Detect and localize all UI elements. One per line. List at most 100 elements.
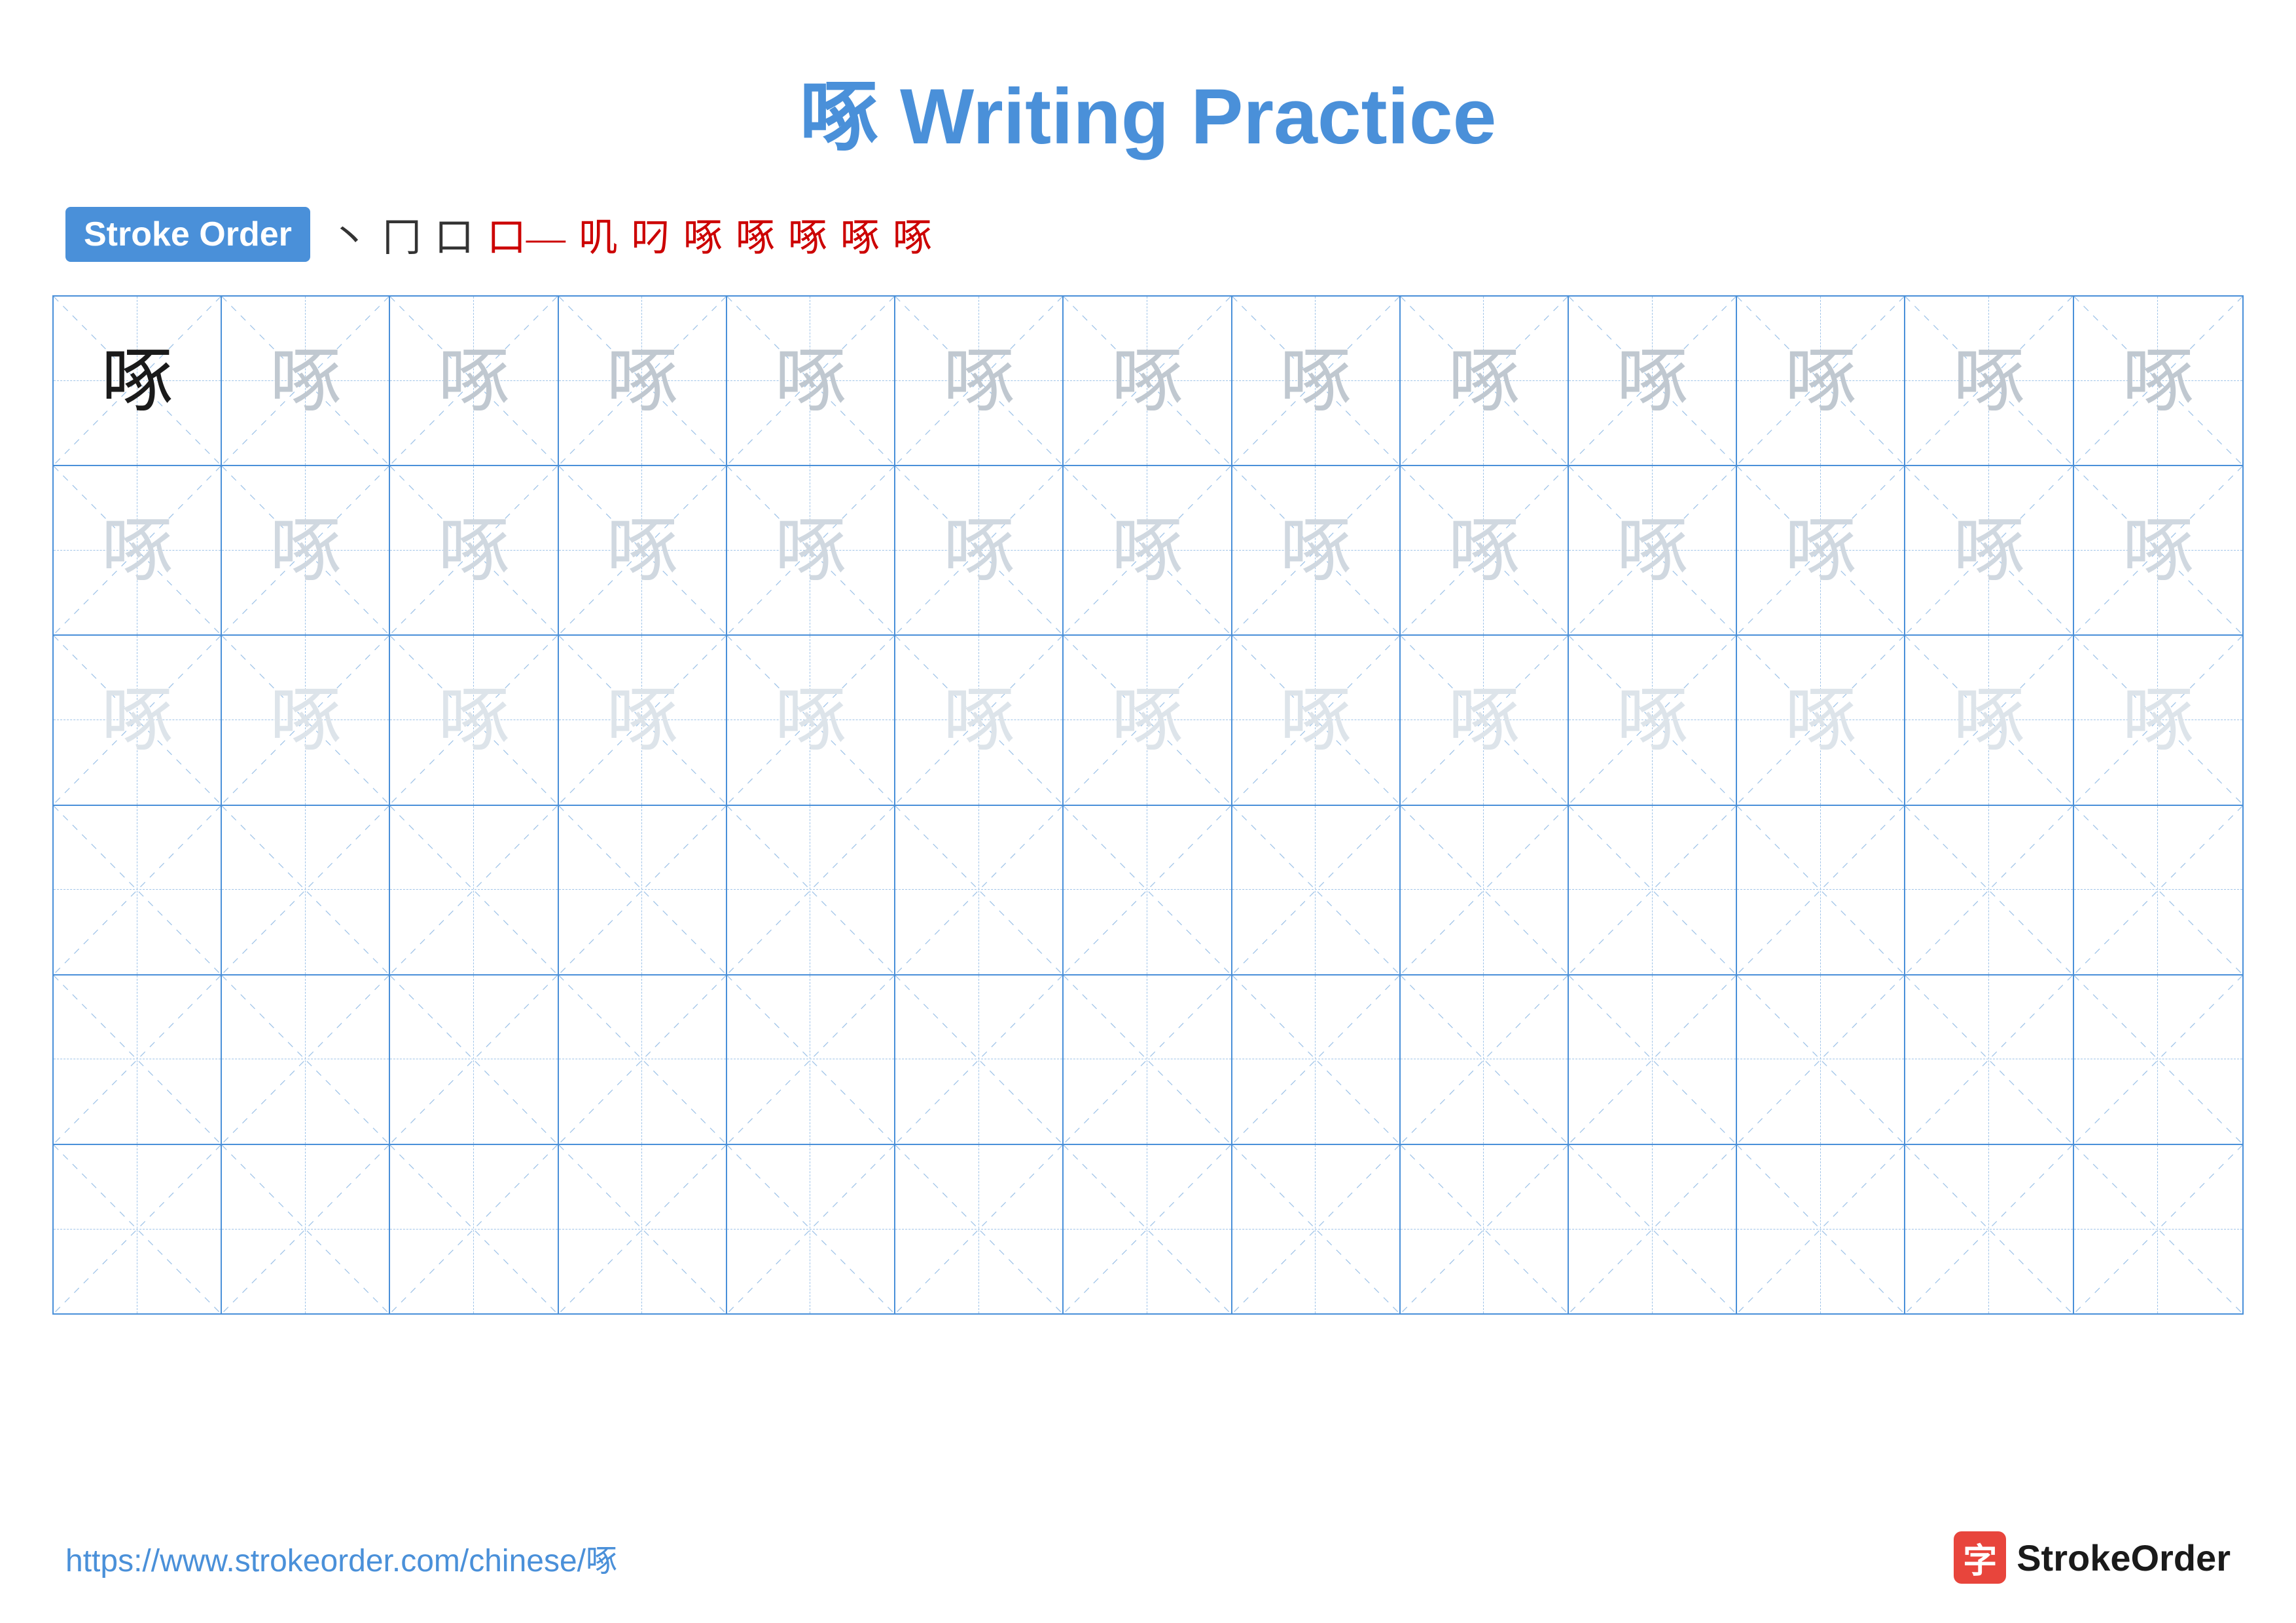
grid-cell-5-3[interactable]: [390, 976, 558, 1144]
grid-cell-6-13[interactable]: [2074, 1145, 2242, 1313]
grid-cell-1-4[interactable]: 啄: [559, 297, 727, 465]
grid-cell-3-10[interactable]: 啄: [1569, 636, 1737, 804]
grid-cell-5-5[interactable]: [727, 976, 895, 1144]
grid-cell-2-2[interactable]: 啄: [222, 466, 390, 634]
cell-char: 啄: [2122, 515, 2194, 587]
grid-cell-4-12[interactable]: [1905, 806, 2073, 974]
grid-row-6: [54, 1145, 2242, 1313]
grid-cell-5-13[interactable]: [2074, 976, 2242, 1144]
grid-cell-3-4[interactable]: 啄: [559, 636, 727, 804]
grid-cell-1-7[interactable]: 啄: [1064, 297, 1232, 465]
grid-cell-1-9[interactable]: 啄: [1401, 297, 1569, 465]
grid-cell-2-8[interactable]: 啄: [1232, 466, 1401, 634]
grid-cell-1-12[interactable]: 啄: [1905, 297, 2073, 465]
grid-cell-5-1[interactable]: [54, 976, 222, 1144]
grid-cell-3-8[interactable]: 啄: [1232, 636, 1401, 804]
grid-cell-4-6[interactable]: [895, 806, 1064, 974]
grid-cell-2-11[interactable]: 啄: [1737, 466, 1905, 634]
grid-cell-2-1[interactable]: 啄: [54, 466, 222, 634]
grid-cell-3-9[interactable]: 啄: [1401, 636, 1569, 804]
grid-cell-2-10[interactable]: 啄: [1569, 466, 1737, 634]
cell-char: 啄: [2122, 684, 2194, 756]
grid-cell-1-8[interactable]: 啄: [1232, 297, 1401, 465]
grid-cell-4-11[interactable]: [1737, 806, 1905, 974]
grid-cell-3-3[interactable]: 啄: [390, 636, 558, 804]
grid-cell-3-11[interactable]: 啄: [1737, 636, 1905, 804]
grid-cell-5-12[interactable]: [1905, 976, 2073, 1144]
grid-row-3: 啄 啄 啄 啄 啄 啄 啄 啄 啄 啄 啄 啄 啄: [54, 636, 2242, 805]
grid-cell-2-9[interactable]: 啄: [1401, 466, 1569, 634]
grid-cell-3-7[interactable]: 啄: [1064, 636, 1232, 804]
title-text: Writing Practice: [878, 73, 1497, 160]
grid-cell-6-11[interactable]: [1737, 1145, 1905, 1313]
grid-cell-4-1[interactable]: [54, 806, 222, 974]
grid-cell-1-6[interactable]: 啄: [895, 297, 1064, 465]
grid-cell-3-13[interactable]: 啄: [2074, 636, 2242, 804]
grid-cell-6-9[interactable]: [1401, 1145, 1569, 1313]
grid-cell-2-5[interactable]: 啄: [727, 466, 895, 634]
cell-char: 啄: [1953, 684, 2025, 756]
stroke-step-4: 口—: [487, 206, 565, 263]
grid-cell-4-4[interactable]: [559, 806, 727, 974]
grid-cell-5-4[interactable]: [559, 976, 727, 1144]
grid-cell-2-13[interactable]: 啄: [2074, 466, 2242, 634]
grid-cell-2-4[interactable]: 啄: [559, 466, 727, 634]
grid-cell-3-1[interactable]: 啄: [54, 636, 222, 804]
grid-cell-6-1[interactable]: [54, 1145, 222, 1313]
cell-char: 啄: [270, 345, 342, 417]
grid-cell-3-5[interactable]: 啄: [727, 636, 895, 804]
grid-cell-5-11[interactable]: [1737, 976, 1905, 1144]
grid-cell-1-1[interactable]: 啄: [54, 297, 222, 465]
grid-cell-4-5[interactable]: [727, 806, 895, 974]
cell-char: 啄: [1785, 684, 1857, 756]
stroke-step-7: 啄: [683, 206, 723, 263]
grid-cell-5-10[interactable]: [1569, 976, 1737, 1144]
grid-cell-4-2[interactable]: [222, 806, 390, 974]
grid-cell-3-2[interactable]: 啄: [222, 636, 390, 804]
grid-cell-4-7[interactable]: [1064, 806, 1232, 974]
cell-char: 啄: [1617, 345, 1689, 417]
grid-cell-6-10[interactable]: [1569, 1145, 1737, 1313]
grid-row-4: [54, 806, 2242, 976]
grid-cell-6-5[interactable]: [727, 1145, 895, 1313]
grid-cell-5-2[interactable]: [222, 976, 390, 1144]
grid-cell-4-8[interactable]: [1232, 806, 1401, 974]
grid-cell-6-7[interactable]: [1064, 1145, 1232, 1313]
grid-cell-4-3[interactable]: [390, 806, 558, 974]
practice-grid: 啄 啄 啄 啄 啄 啄 啄 啄 啄 啄 啄 啄 啄 啄 啄 啄 啄 啄 啄 啄 …: [52, 295, 2244, 1315]
stroke-step-9: 啄: [788, 206, 827, 263]
grid-cell-5-8[interactable]: [1232, 976, 1401, 1144]
grid-cell-6-6[interactable]: [895, 1145, 1064, 1313]
grid-cell-5-9[interactable]: [1401, 976, 1569, 1144]
grid-cell-1-11[interactable]: 啄: [1737, 297, 1905, 465]
grid-cell-1-2[interactable]: 啄: [222, 297, 390, 465]
cell-char: 啄: [606, 684, 678, 756]
cell-char: 啄: [1280, 515, 1352, 587]
grid-cell-6-4[interactable]: [559, 1145, 727, 1313]
grid-cell-3-12[interactable]: 啄: [1905, 636, 2073, 804]
grid-cell-1-3[interactable]: 啄: [390, 297, 558, 465]
grid-cell-6-2[interactable]: [222, 1145, 390, 1313]
grid-cell-6-8[interactable]: [1232, 1145, 1401, 1313]
grid-cell-3-6[interactable]: 啄: [895, 636, 1064, 804]
grid-cell-5-6[interactable]: [895, 976, 1064, 1144]
grid-cell-6-12[interactable]: [1905, 1145, 2073, 1313]
grid-cell-6-3[interactable]: [390, 1145, 558, 1313]
grid-cell-1-5[interactable]: 啄: [727, 297, 895, 465]
brand-name: StrokeOrder: [2017, 1537, 2231, 1579]
footer: https://www.strokeorder.com/chinese/啄 字 …: [0, 1531, 2296, 1584]
grid-cell-4-13[interactable]: [2074, 806, 2242, 974]
grid-cell-1-10[interactable]: 啄: [1569, 297, 1737, 465]
grid-cell-5-7[interactable]: [1064, 976, 1232, 1144]
cell-char: 啄: [943, 684, 1015, 756]
grid-cell-2-6[interactable]: 啄: [895, 466, 1064, 634]
grid-cell-4-9[interactable]: [1401, 806, 1569, 974]
grid-cell-4-10[interactable]: [1569, 806, 1737, 974]
cell-char: 啄: [774, 684, 846, 756]
grid-cell-2-3[interactable]: 啄: [390, 466, 558, 634]
grid-row-2: 啄 啄 啄 啄 啄 啄 啄 啄 啄 啄 啄 啄 啄: [54, 466, 2242, 636]
grid-cell-2-7[interactable]: 啄: [1064, 466, 1232, 634]
grid-cell-2-12[interactable]: 啄: [1905, 466, 2073, 634]
stroke-sequence: 丶 冂 口 口— 叽 叼 啄 啄 啄 啄 啄: [330, 206, 932, 263]
grid-cell-1-13[interactable]: 啄: [2074, 297, 2242, 465]
